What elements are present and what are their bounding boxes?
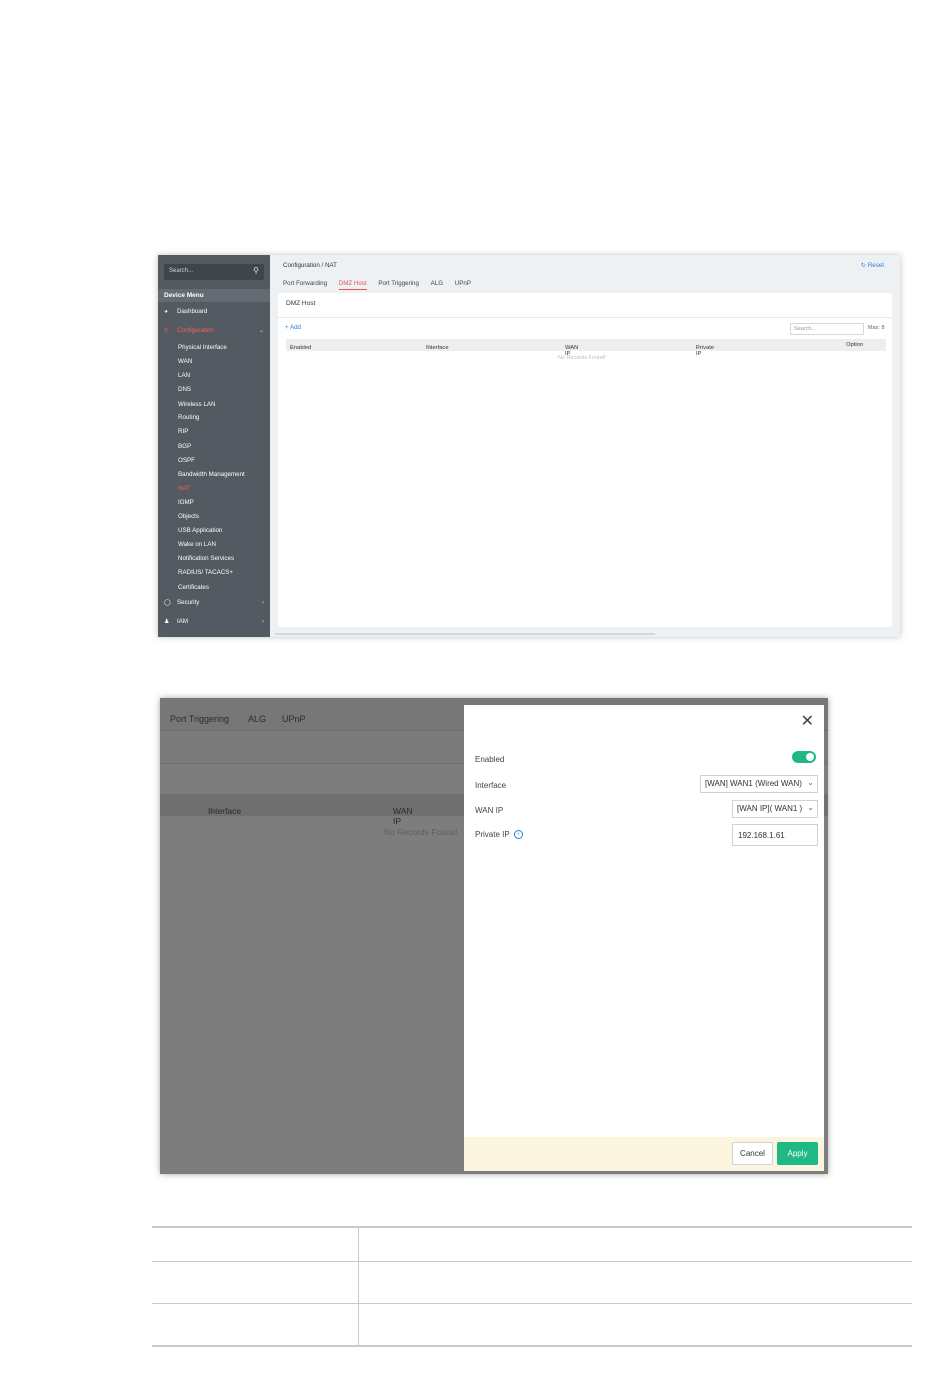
sidebar-item-bgp[interactable]: BGP	[158, 443, 270, 450]
empty-table-message: No Records Found!	[558, 355, 606, 361]
sidebar-item-radius-tacacs[interactable]: RADIUS/ TACACS+	[158, 569, 270, 576]
column-divider	[358, 1228, 359, 1345]
sidebar-search-placeholder: Search...	[169, 268, 194, 274]
tab-alg[interactable]: ALG	[248, 714, 266, 724]
main-content: Configuration / NAT ↻ Reset Port Forward…	[275, 255, 900, 637]
dmz-host-edit-screenshot: Port Triggering ALG UPnP Interface ⇕ WAN…	[160, 698, 828, 1174]
device-menu-header: Device Menu	[158, 289, 270, 302]
chevron-right-icon: ›	[261, 599, 264, 606]
sidebar-item-igmp[interactable]: IGMP	[158, 499, 270, 506]
sort-icon: ⇕	[393, 806, 401, 816]
sidebar-item-wan[interactable]: WAN	[158, 358, 270, 365]
sidebar-item-iam[interactable]: ♟ IAM ›	[158, 618, 270, 625]
interface-label: Interface	[475, 781, 507, 790]
sort-icon: ⇕	[565, 345, 570, 351]
reset-label: Reset	[867, 262, 884, 269]
reset-button[interactable]: ↻ Reset	[861, 262, 884, 269]
sidebar-item-nat[interactable]: NAT	[158, 485, 270, 492]
private-ip-label: Private IP i	[475, 830, 523, 840]
info-icon[interactable]: i	[513, 830, 523, 840]
reset-icon: ↻	[860, 262, 867, 269]
enabled-label: Enabled	[475, 755, 505, 764]
sidebar-item-rip[interactable]: RIP	[158, 428, 270, 435]
tab-port-triggering[interactable]: Port Triggering	[170, 714, 229, 724]
users-icon: ♟	[164, 618, 170, 625]
enabled-toggle[interactable]	[792, 751, 816, 763]
search-icon[interactable]: ⚲	[253, 266, 259, 275]
sidebar-item-routing[interactable]: Routing	[158, 414, 270, 421]
sidebar-item-label: IAM	[177, 618, 189, 625]
sidebar-item-physical-interface[interactable]: Physical Interface	[158, 344, 270, 351]
dmz-host-dialog: ✕ Enabled Interface [WAN] WAN1 (Wired WA…	[464, 705, 824, 1171]
tab-dmz-host[interactable]: DMZ Host	[338, 280, 367, 290]
divider	[278, 317, 892, 318]
sidebar-item-certificates[interactable]: Certificates	[158, 584, 270, 591]
private-ip-label-text: Private IP	[475, 830, 510, 839]
chevron-down-icon: ⌄	[258, 327, 264, 334]
interface-value: [WAN] WAN1 (Wired WAN)	[705, 779, 802, 788]
empty-table-message: No Records Found!	[384, 827, 458, 837]
sidebar-item-objects[interactable]: Objects	[158, 513, 270, 520]
max-count-label: Max: 8	[868, 325, 885, 331]
gauge-icon: ◕	[164, 308, 168, 315]
nat-tabs: Port Forwarding DMZ Host Port Triggering…	[283, 280, 481, 292]
sidebar-item-label: Dashboard	[177, 308, 208, 315]
close-icon[interactable]: ✕	[801, 711, 814, 731]
sidebar-item-label: Security	[177, 599, 200, 606]
sidebar-item-lan[interactable]: LAN	[158, 372, 270, 379]
table-row	[152, 1303, 912, 1304]
sidebar-item-security[interactable]: ◯ Security ›	[158, 599, 270, 606]
sidebar-item-notification-services[interactable]: Notification Services	[158, 555, 270, 562]
sidebar-item-usb-application[interactable]: USB Application	[158, 527, 270, 534]
tab-alg[interactable]: ALG	[431, 280, 443, 289]
dialog-footer: Cancel Apply	[464, 1137, 824, 1171]
table-row	[152, 1261, 912, 1262]
tab-port-forwarding[interactable]: Port Forwarding	[283, 280, 327, 289]
interface-select[interactable]: [WAN] WAN1 (Wired WAN) ⌄	[700, 775, 818, 793]
sort-icon: ⇕	[290, 345, 295, 351]
apply-button[interactable]: Apply	[777, 1142, 818, 1165]
sidebar-item-dashboard[interactable]: ◕ Dashboard	[158, 308, 270, 315]
tab-upnp[interactable]: UPnP	[455, 280, 471, 289]
breadcrumb: Configuration / NAT	[283, 262, 337, 269]
chevron-down-icon: ⌄	[807, 803, 814, 812]
tab-upnp[interactable]: UPnP	[282, 714, 306, 724]
cancel-button[interactable]: Cancel	[732, 1142, 773, 1165]
shield-icon: ◯	[164, 599, 171, 606]
sidebar-item-configuration[interactable]: ≡ Configuration ⌄	[158, 327, 270, 334]
nat-dmz-host-screenshot: Search... ⚲ Device Menu ◕ Dashboard ≡ Conf…	[158, 255, 900, 637]
panel-title: DMZ Host	[286, 300, 316, 307]
wan-ip-value: [WAN IP]( WAN1 )	[737, 804, 803, 813]
chevron-down-icon: ⌄	[807, 778, 814, 787]
column-header-option: Option	[846, 342, 864, 348]
dmz-host-panel: DMZ Host + Add Search... Max: 8 Enabled …	[278, 293, 892, 627]
tab-port-triggering[interactable]: Port Triggering	[378, 280, 419, 289]
sidebar-item-label: Configuration	[177, 327, 214, 334]
chevron-right-icon: ›	[261, 618, 264, 625]
table-search-input[interactable]: Search...	[790, 323, 864, 335]
sort-icon: ⇕	[426, 345, 431, 351]
sort-icon: ⇕	[208, 806, 216, 816]
horizontal-scrollbar[interactable]	[275, 633, 655, 635]
sidebar-item-ospf[interactable]: OSPF	[158, 457, 270, 464]
sidebar-item-dns[interactable]: DNS	[158, 386, 270, 393]
sidebar-item-wake-on-lan[interactable]: Wake on LAN	[158, 541, 270, 548]
sidebar: Search... ⚲ Device Menu ◕ Dashboard ≡ Conf…	[158, 255, 270, 637]
parameter-table	[152, 1226, 912, 1347]
sliders-icon: ≡	[164, 327, 168, 334]
sidebar-search-input[interactable]: Search... ⚲	[164, 264, 264, 280]
wan-ip-label: WAN IP	[475, 806, 504, 815]
sidebar-item-wireless-lan[interactable]: Wireless LAN	[158, 401, 270, 408]
private-ip-input[interactable]: 192.168.1.61	[732, 824, 818, 846]
wan-ip-select[interactable]: [WAN IP]( WAN1 ) ⌄	[732, 800, 818, 818]
sort-icon: ⇕	[696, 345, 701, 351]
table-header: Enabled ⇕ Interface ⇕ WAN IP ⇕ Private I…	[286, 339, 886, 357]
sidebar-item-bandwidth-management[interactable]: Bandwidth Management	[158, 471, 270, 478]
add-button[interactable]: + Add	[285, 324, 301, 331]
